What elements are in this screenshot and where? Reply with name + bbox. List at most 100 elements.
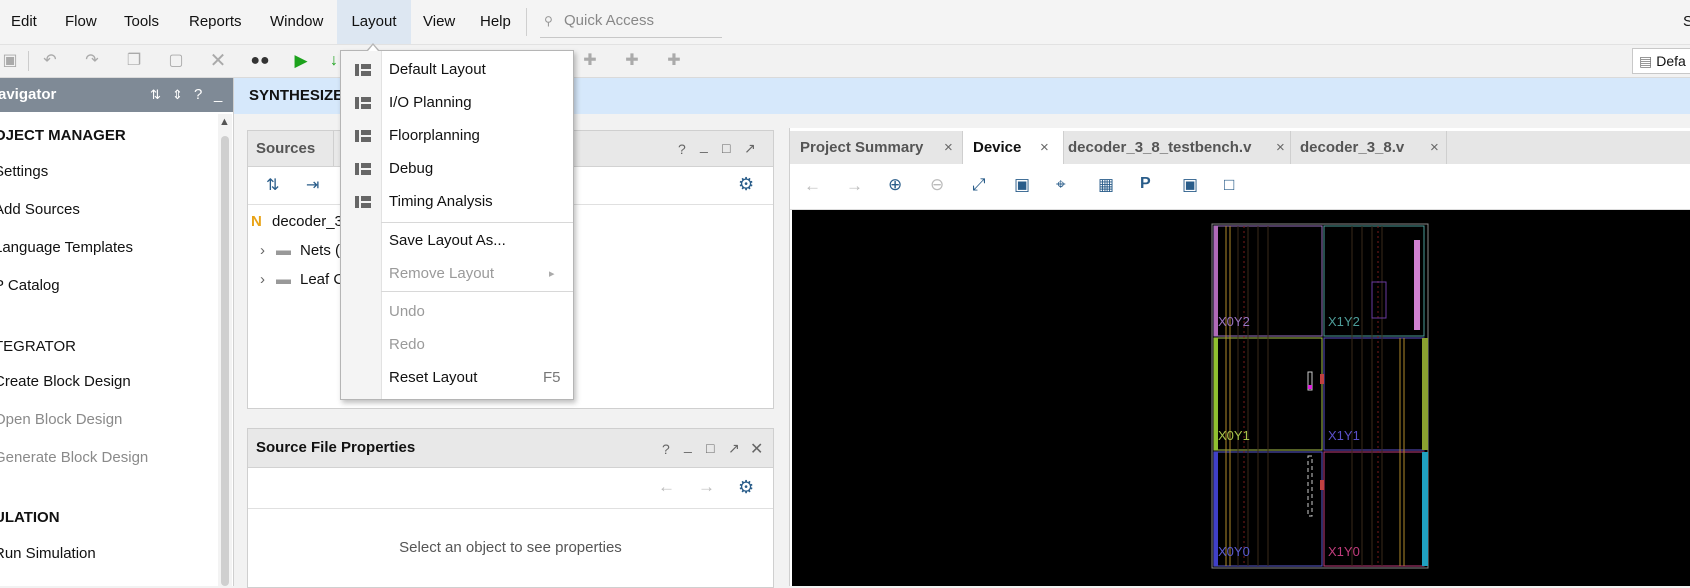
tab-decoder-testbench[interactable]: decoder_3_8_testbench.v: [1068, 131, 1251, 164]
menu-item-save-layout-as[interactable]: Save Layout As...: [389, 232, 506, 249]
forward-arrow-icon[interactable]: →: [698, 477, 715, 497]
submenu-arrow-icon: ▸: [549, 268, 555, 280]
mark-debug-icon[interactable]: ✚: [620, 49, 644, 73]
layout-select[interactable]: ▤ Defa: [1632, 48, 1690, 74]
delete-icon[interactable]: ✕: [206, 49, 230, 73]
select-area-icon[interactable]: □: [1224, 175, 1234, 195]
help-icon[interactable]: ?: [662, 441, 670, 457]
menu-window[interactable]: Window: [268, 0, 325, 44]
device-canvas[interactable]: X0Y2 X1Y2 X0Y1 X1Y1 X0Y0 X1Y0: [792, 210, 1690, 586]
debug-disabled-icon[interactable]: ✚: [578, 49, 602, 73]
tab-decoder-source[interactable]: decoder_3_8.v: [1300, 131, 1404, 164]
tab-sources[interactable]: Sources: [256, 140, 315, 157]
menu-item-undo[interactable]: Undo: [389, 303, 425, 320]
chevron-right-icon[interactable]: ›: [260, 242, 265, 259]
flow-navigator: avigator ⇅ ⇕ ? _ OJECT MANAGER Settings …: [0, 78, 234, 586]
help-icon[interactable]: ?: [194, 78, 202, 112]
close-icon[interactable]: ×: [1040, 131, 1049, 164]
copy-icon[interactable]: ❐: [122, 49, 146, 73]
menu-view[interactable]: View: [421, 0, 457, 44]
float-icon[interactable]: ↗: [744, 140, 756, 157]
folder-icon: ▬: [276, 271, 291, 288]
menu-divider: [526, 8, 527, 36]
tree-nets[interactable]: Nets (: [300, 242, 340, 259]
menu-reports[interactable]: Reports: [187, 0, 244, 44]
menu-item-floorplanning[interactable]: Floorplanning: [389, 127, 480, 144]
find-icon[interactable]: ●●: [248, 49, 272, 73]
flow-navigator-title: avigator: [0, 86, 57, 103]
nav-scroll-thumb[interactable]: [221, 136, 229, 586]
dropdown-caret-inner: [368, 45, 378, 51]
nav-create-block-design[interactable]: Create Block Design: [0, 373, 131, 390]
quick-access-input[interactable]: ⚲ Quick Access: [540, 7, 722, 38]
maximize-icon[interactable]: □: [706, 440, 714, 456]
gear-icon[interactable]: ⚙: [738, 174, 754, 195]
main-toolbar: ▣ ↶ ↷ ❐ ▢ ✕ ●● ▶ ↓ ✚ ✚ ✚ ▤ Defa: [0, 45, 1690, 78]
menu-separator: [381, 291, 573, 292]
back-arrow-icon[interactable]: ←: [804, 176, 821, 196]
expand-all-icon[interactable]: ⇕: [172, 78, 183, 112]
routing-icon[interactable]: ▦: [1098, 175, 1114, 195]
help-icon[interactable]: ?: [678, 141, 686, 157]
zoom-out-icon[interactable]: ⊖: [930, 175, 944, 195]
menu-item-reset-layout[interactable]: Reset Layout: [389, 369, 477, 386]
minimize-icon[interactable]: _: [700, 137, 708, 153]
unmark-debug-icon[interactable]: ✚: [662, 49, 686, 73]
layout-icon: [355, 64, 371, 76]
close-icon[interactable]: ×: [944, 131, 953, 164]
menu-item-redo[interactable]: Redo: [389, 336, 425, 353]
menu-flow[interactable]: Flow: [63, 0, 99, 44]
close-icon[interactable]: ✕: [750, 439, 763, 459]
layout-grid-icon: ▤: [1639, 53, 1653, 69]
minimize-icon[interactable]: _: [684, 437, 692, 453]
gear-icon[interactable]: ⚙: [738, 477, 754, 498]
tree-leaf-cells[interactable]: Leaf C: [300, 271, 344, 288]
scroll-up-icon[interactable]: ▲: [219, 116, 230, 128]
redo-icon[interactable]: ↷: [80, 49, 104, 73]
nav-settings[interactable]: Settings: [0, 163, 48, 180]
run-icon[interactable]: ▶: [289, 49, 313, 73]
menu-edit[interactable]: Edit: [9, 0, 39, 44]
device-toolbar: ← → ⊕ ⊖ ⤢ ▣ ⌖ ▦ P ▣ □: [790, 164, 1690, 210]
menu-item-remove-layout[interactable]: Remove Layout: [389, 265, 494, 282]
save-icon[interactable]: ▣: [0, 49, 22, 73]
create-pblock-icon[interactable]: P: [1140, 175, 1151, 193]
nav-add-sources[interactable]: Add Sources: [0, 201, 80, 218]
menu-item-debug[interactable]: Debug: [389, 160, 433, 177]
nav-run-simulation[interactable]: Run Simulation: [0, 545, 96, 562]
back-arrow-icon[interactable]: ←: [658, 477, 675, 497]
nav-language-templates[interactable]: Language Templates: [0, 239, 133, 256]
nav-ip-catalog[interactable]: P Catalog: [0, 277, 60, 294]
zoom-in-icon[interactable]: ⊕: [888, 175, 902, 195]
tab-project-summary[interactable]: Project Summary: [800, 131, 923, 164]
layout-menu: Default Layout I/O Planning Floorplannin…: [340, 50, 574, 400]
zoom-area-icon[interactable]: ▣: [1014, 175, 1030, 195]
maximize-icon[interactable]: □: [722, 140, 730, 156]
menu-item-io-planning[interactable]: I/O Planning: [389, 94, 472, 111]
undo-icon[interactable]: ↶: [38, 49, 62, 73]
menu-help[interactable]: Help: [478, 0, 513, 44]
paste-icon[interactable]: ▢: [164, 49, 188, 73]
menu-tools[interactable]: Tools: [122, 0, 161, 44]
close-icon[interactable]: ×: [1430, 131, 1439, 164]
menu-item-timing-analysis[interactable]: Timing Analysis: [389, 193, 493, 210]
nav-generate-block-design[interactable]: Generate Block Design: [0, 449, 148, 466]
layout-icon: [355, 130, 371, 142]
float-icon[interactable]: ↗: [728, 440, 740, 457]
collapse-all-icon[interactable]: ⇅: [266, 175, 279, 195]
nav-open-block-design[interactable]: Open Block Design: [0, 411, 122, 428]
chevron-right-icon[interactable]: ›: [260, 271, 265, 288]
crosshair-icon[interactable]: ⌖: [1056, 175, 1066, 195]
pblock-icon[interactable]: ▣: [1182, 175, 1198, 195]
menu-layout[interactable]: Layout: [337, 0, 411, 44]
device-tab-bar: Project Summary × Device × decoder_3_8_t…: [790, 131, 1690, 165]
tree-root-module[interactable]: decoder_3: [272, 213, 343, 230]
expand-all-icon[interactable]: ⇥: [306, 175, 319, 195]
collapse-all-icon[interactable]: ⇅: [150, 78, 161, 112]
minimize-icon[interactable]: _: [214, 78, 222, 112]
region-label: X0Y0: [1218, 544, 1250, 559]
forward-arrow-icon[interactable]: →: [846, 176, 863, 196]
menu-item-default-layout[interactable]: Default Layout: [389, 61, 486, 78]
zoom-fit-icon[interactable]: ⤢: [972, 175, 986, 195]
close-icon[interactable]: ×: [1276, 131, 1285, 164]
